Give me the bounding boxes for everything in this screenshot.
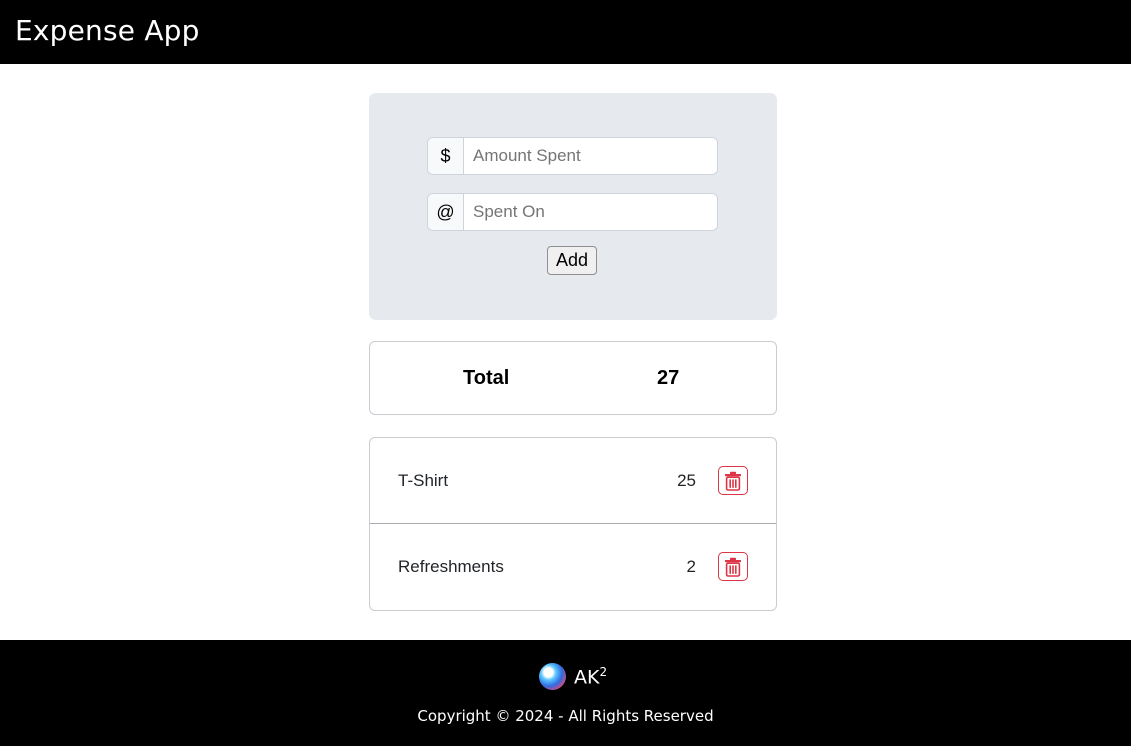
footer-initials: AK2 <box>574 665 607 688</box>
copyright-text: Copyright © 2024 - All Rights Reserved <box>417 707 714 725</box>
footer: AK2 Copyright © 2024 - All Rights Reserv… <box>0 640 1131 746</box>
total-label: Total <box>463 367 510 389</box>
total-value: 27 <box>657 367 680 389</box>
trash-icon <box>725 471 741 491</box>
expense-name: Refreshments <box>398 557 504 576</box>
navbar: Expense App <box>0 0 1131 64</box>
add-button[interactable]: Add <box>547 246 597 275</box>
expense-amount: 25 <box>677 471 696 490</box>
expense-row: Refreshments 2 <box>370 524 776 610</box>
logo-icon <box>539 663 566 690</box>
expense-row: T-Shirt 25 <box>370 438 776 524</box>
expense-list: T-Shirt 25 Refreshments 2 <box>369 437 777 611</box>
amount-input-group: $ <box>427 137 718 175</box>
expense-form: $ @ Add <box>369 93 777 320</box>
initials-superscript: 2 <box>599 665 608 679</box>
expense-amount: 2 <box>686 557 696 576</box>
expense-name: T-Shirt <box>398 471 449 490</box>
spent-on-input-group: @ <box>427 193 718 231</box>
delete-button[interactable] <box>718 466 748 495</box>
at-addon: @ <box>428 194 464 230</box>
spent-on-input[interactable] <box>464 194 717 230</box>
delete-button[interactable] <box>718 552 748 581</box>
dollar-addon: $ <box>428 138 464 174</box>
amount-input[interactable] <box>464 138 717 174</box>
app-title[interactable]: Expense App <box>15 13 200 49</box>
initials-text: AK <box>574 666 600 689</box>
trash-icon <box>725 557 741 577</box>
total-card: Total 27 <box>369 341 777 415</box>
